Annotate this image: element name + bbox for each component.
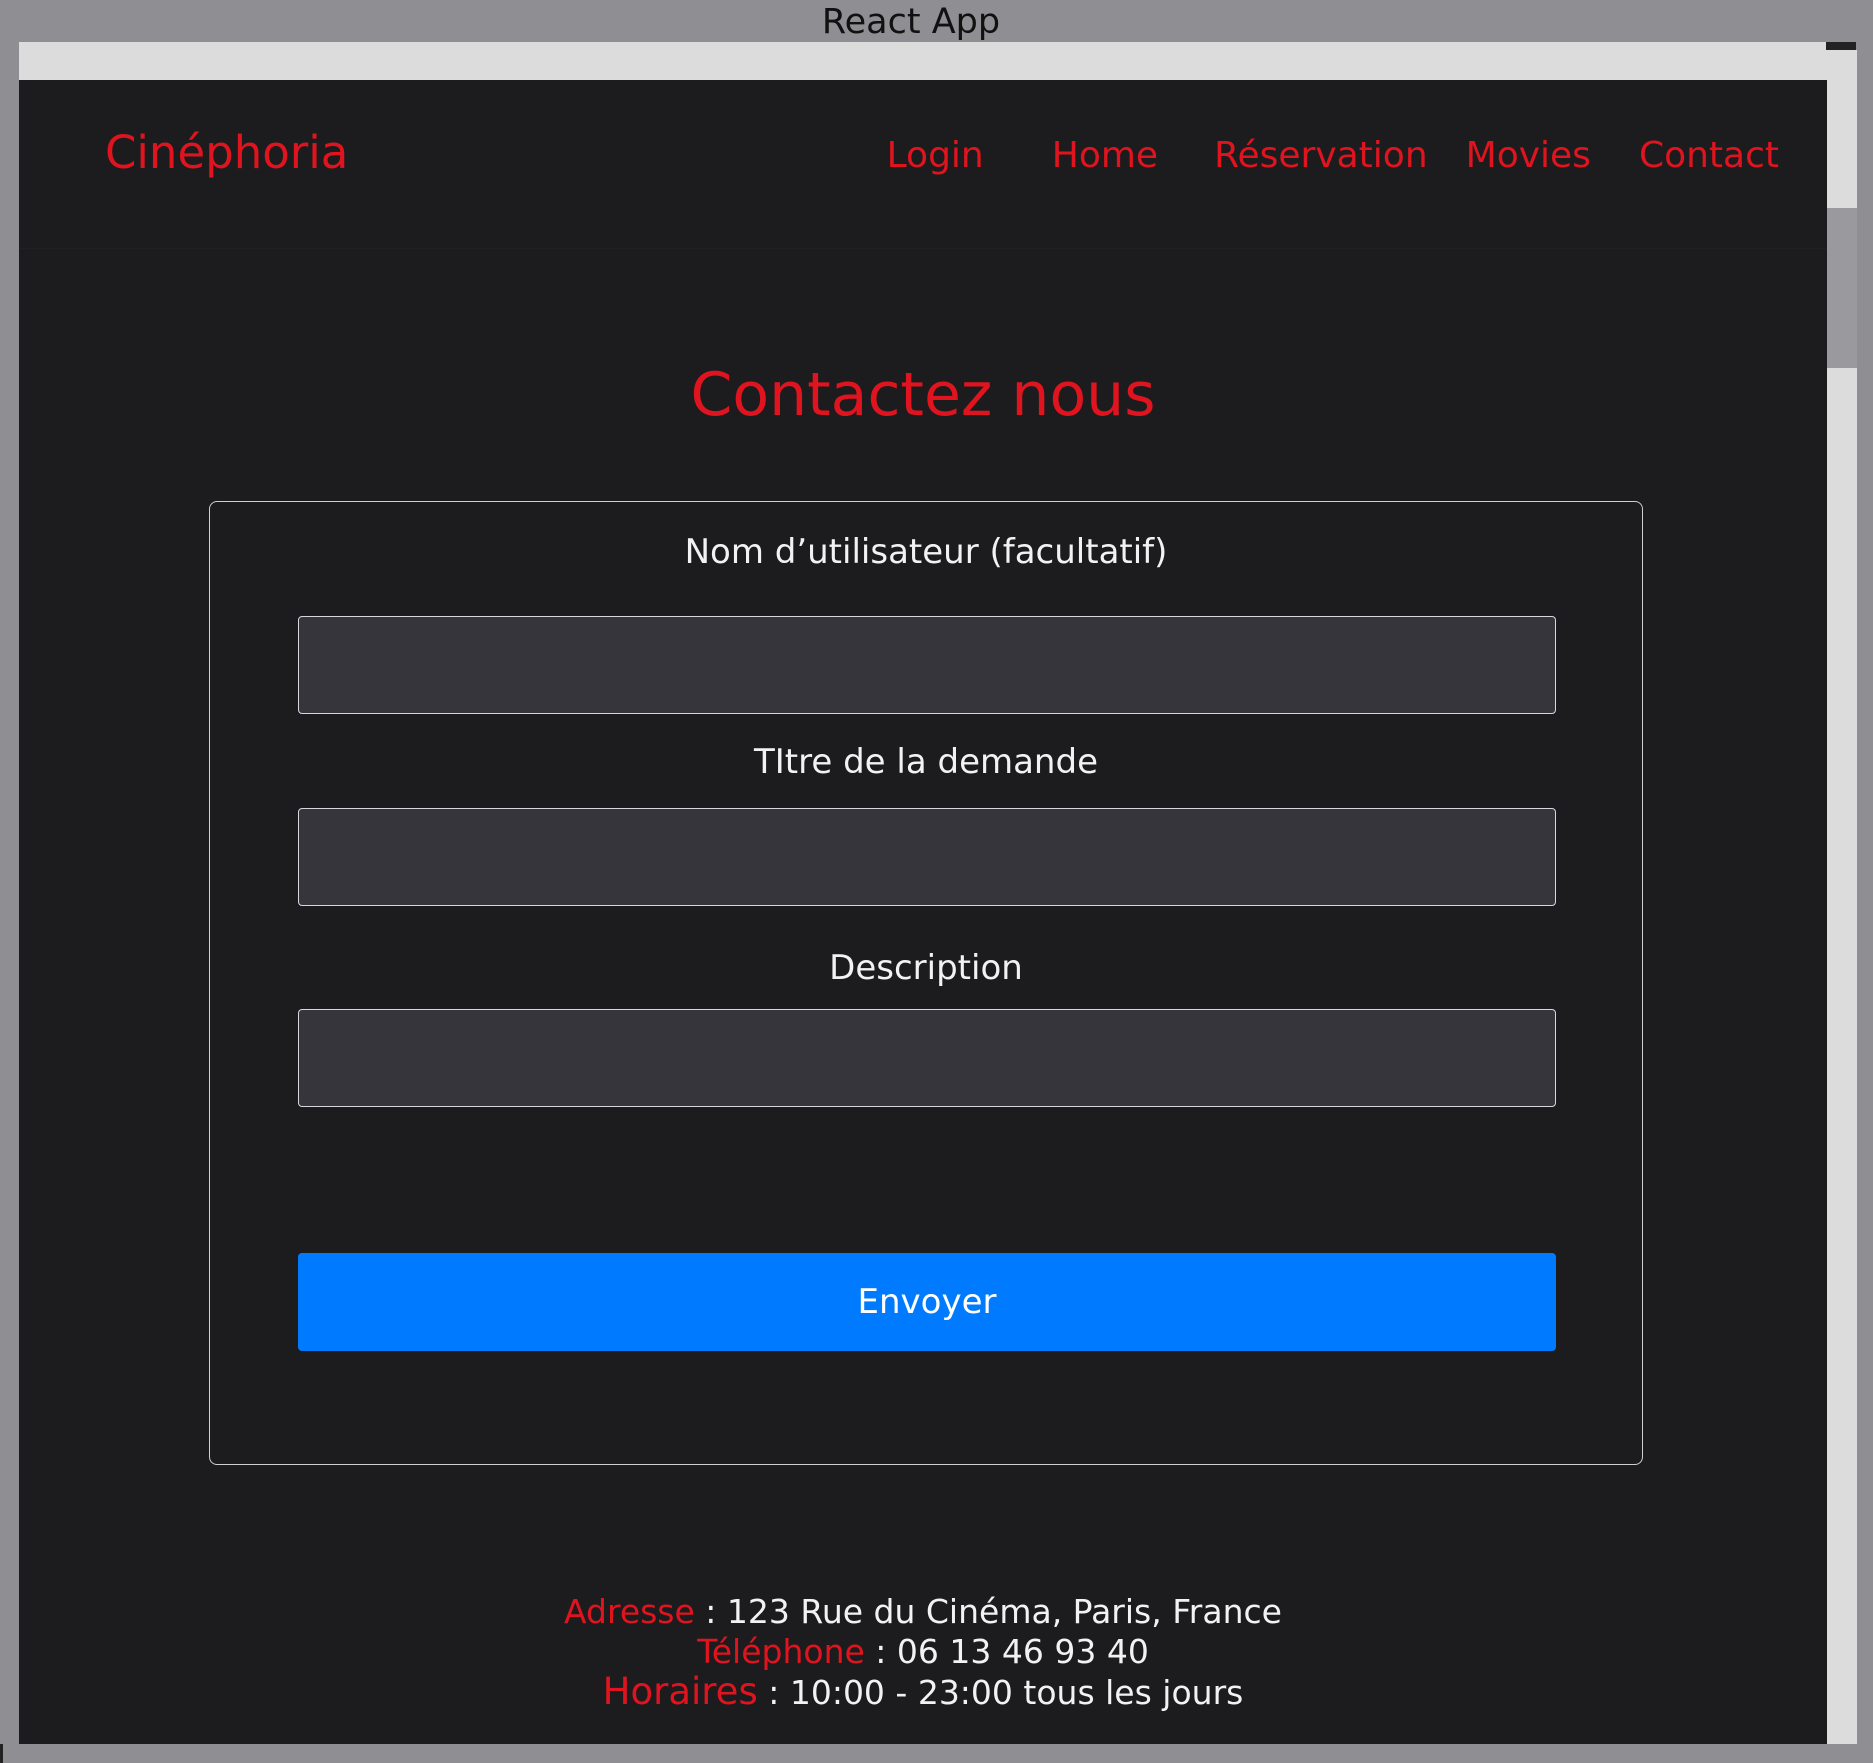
username-label: Nom d’utilisateur (facultatif)	[684, 532, 1168, 572]
nav-link-login[interactable]: Login	[887, 135, 984, 176]
hours-line: Horaires : 10:00 - 23:00 tous les jours	[19, 1672, 1827, 1713]
hours-value: : 10:00 - 23:00 tous les jours	[757, 1673, 1244, 1712]
browser-tab-strip	[19, 42, 1827, 80]
contact-info: Adresse : 123 Rue du Cinéma, Paris, Fran…	[19, 1592, 1827, 1713]
submit-button[interactable]: Envoyer	[298, 1253, 1556, 1351]
window-corner-tick	[0, 1744, 3, 1763]
hours-label: Horaires	[602, 1670, 758, 1713]
phone-label: Téléphone	[697, 1632, 865, 1671]
page-viewport: Cinéphoria Login Home Réservation Movies…	[19, 80, 1827, 1744]
vertical-scrollbar[interactable]	[1827, 50, 1857, 1744]
phone-line: Téléphone : 06 13 46 93 40	[19, 1632, 1827, 1672]
address-line: Adresse : 123 Rue du Cinéma, Paris, Fran…	[19, 1592, 1827, 1632]
window-corner-mark	[1826, 42, 1856, 50]
window-bottom-edge	[0, 1744, 1873, 1763]
phone-value: : 06 13 46 93 40	[864, 1632, 1149, 1671]
window-title: React App	[821, 2, 1001, 42]
username-input[interactable]	[298, 616, 1556, 714]
request-title-input[interactable]	[298, 808, 1556, 906]
nav-link-contact[interactable]: Contact	[1639, 135, 1779, 176]
page-title: Contactez nous	[690, 360, 1156, 430]
navbar: Cinéphoria Login Home Réservation Movies…	[19, 80, 1827, 249]
request-title-label: TItre de la demande	[754, 742, 1098, 782]
description-label: Description	[829, 948, 1023, 988]
scrollbar-thumb[interactable]	[1827, 208, 1857, 368]
nav-link-home[interactable]: Home	[1052, 135, 1158, 176]
brand-logo-link[interactable]: Cinéphoria	[105, 126, 348, 179]
window-left-edge	[0, 42, 19, 1763]
nav-links: Login Home Réservation Movies Contact	[887, 135, 1779, 176]
nav-link-reservation[interactable]: Réservation	[1214, 135, 1428, 176]
contact-form: Nom d’utilisateur (facultatif) TItre de …	[209, 501, 1643, 1465]
nav-link-movies[interactable]: Movies	[1466, 135, 1591, 176]
address-label: Adresse	[564, 1592, 695, 1631]
address-value: : 123 Rue du Cinéma, Paris, France	[694, 1592, 1282, 1631]
description-input[interactable]	[298, 1009, 1556, 1107]
